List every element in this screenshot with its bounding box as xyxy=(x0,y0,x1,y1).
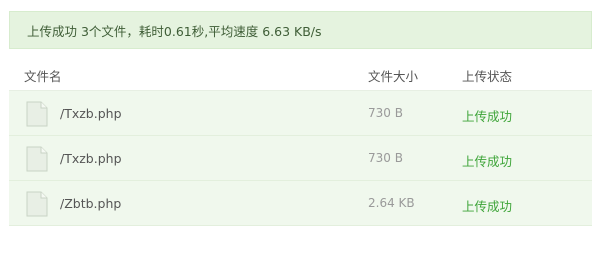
file-name: /Zbtb.php xyxy=(60,196,122,211)
file-size: 730 B xyxy=(368,151,403,165)
file-icon xyxy=(26,101,48,127)
file-size: 2.64 KB xyxy=(368,196,415,210)
file-name: /Txzb.php xyxy=(60,151,122,166)
file-size: 730 B xyxy=(368,106,403,120)
file-list: /Txzb.php 730 B 上传成功 /Txzb.php 730 B 上传成… xyxy=(9,91,592,226)
header-file-size: 文件大小 xyxy=(368,69,419,84)
file-name: /Txzb.php xyxy=(60,106,122,121)
upload-result-panel: 上传成功 3个文件，耗时0.61秒,平均速度 6.63 KB/s 文件名 文件大… xyxy=(0,0,592,279)
file-icon xyxy=(26,146,48,172)
table-row: /Txzb.php 730 B 上传成功 xyxy=(9,91,592,136)
upload-status: 上传成功 xyxy=(462,109,513,124)
table-row: /Zbtb.php 2.64 KB 上传成功 xyxy=(9,181,592,226)
upload-summary-text: 上传成功 3个文件，耗时0.61秒,平均速度 6.63 KB/s xyxy=(27,23,322,39)
table-header: 文件名 文件大小 上传状态 xyxy=(9,56,592,91)
upload-status: 上传成功 xyxy=(462,154,513,169)
upload-summary-banner: 上传成功 3个文件，耗时0.61秒,平均速度 6.63 KB/s xyxy=(9,11,592,49)
table-row: /Txzb.php 730 B 上传成功 xyxy=(9,136,592,181)
file-icon xyxy=(26,191,48,217)
header-file-name: 文件名 xyxy=(24,69,62,84)
header-upload-status: 上传状态 xyxy=(462,69,513,84)
upload-status: 上传成功 xyxy=(462,199,513,214)
